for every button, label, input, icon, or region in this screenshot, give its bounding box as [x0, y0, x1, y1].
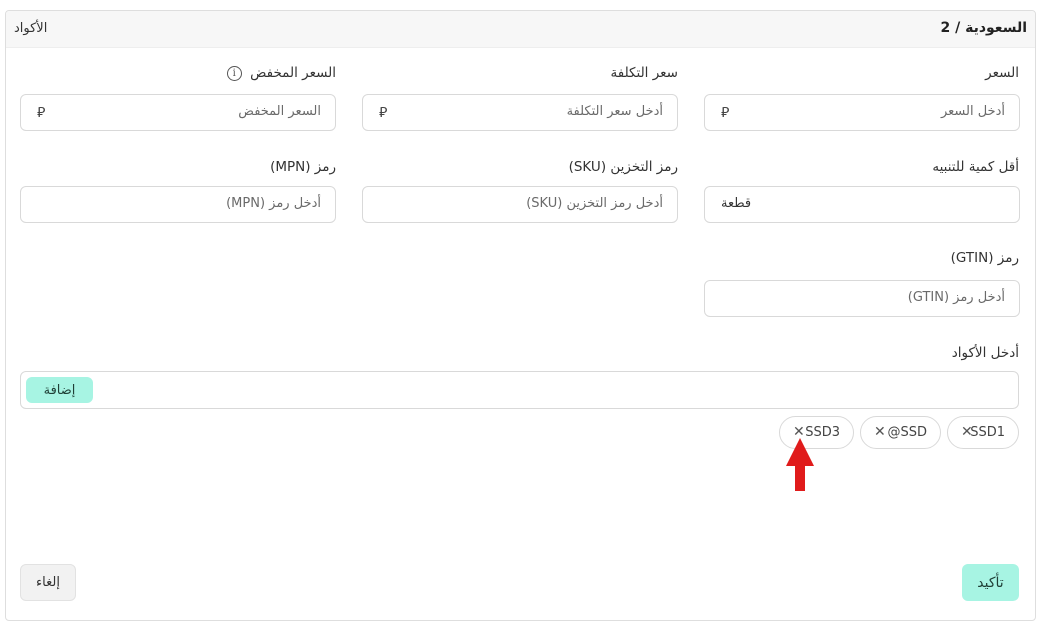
confirm-button[interactable]: تأكيد [962, 564, 1019, 601]
min-qty-unit: قطعة [721, 196, 752, 211]
gtin-placeholder: أدخل رمز (GTIN) [907, 290, 1005, 305]
chip-label: SSD1 [970, 425, 1005, 440]
codes-label: أدخل الأكواد [951, 345, 1019, 361]
sku-placeholder: أدخل رمز التخزين (SKU) [526, 196, 663, 211]
mpn-placeholder: أدخل رمز (MPN) [226, 196, 321, 211]
page-title: السعودية / 2 [940, 20, 1027, 36]
info-icon[interactable]: i [226, 65, 242, 81]
sale-price-label-text: السعر المخفض [250, 65, 336, 81]
price-input[interactable]: أدخل السعر ⃁ [704, 94, 1020, 131]
panel-header: السعودية / 2 الأكواد [6, 11, 1035, 48]
mpn-label: رمز (MPN) [270, 159, 336, 175]
cost-price-input[interactable]: أدخل سعر التكلفة ⃁ [362, 94, 678, 131]
riyal-icon: ⃁ [721, 105, 730, 121]
riyal-icon: ⃁ [379, 105, 388, 121]
header-side-label: الأكواد [14, 21, 48, 36]
pointer-arrow-icon [786, 438, 814, 491]
code-chip: ✕ @SSD [860, 416, 941, 449]
sale-price-label: السعر المخفض i [226, 65, 336, 81]
add-code-button[interactable]: إضافة [26, 377, 93, 403]
cost-price-label: سعر التكلفة [610, 65, 679, 81]
riyal-icon: ⃁ [37, 105, 46, 121]
gtin-input[interactable]: أدخل رمز (GTIN) [704, 280, 1020, 317]
codes-input[interactable]: إضافة [20, 371, 1019, 409]
chip-label: @SSD [887, 425, 927, 440]
price-placeholder: أدخل السعر [940, 104, 1005, 119]
price-label: السعر [985, 65, 1019, 81]
sale-price-placeholder: السعر المخفض [238, 104, 321, 119]
cancel-button[interactable]: إلغاء [20, 564, 76, 601]
min-qty-label: أقل كمية للتنبيه [932, 159, 1019, 175]
sku-input[interactable]: أدخل رمز التخزين (SKU) [362, 186, 678, 223]
cost-price-placeholder: أدخل سعر التكلفة [566, 104, 663, 119]
min-qty-input[interactable]: قطعة [704, 186, 1020, 223]
close-icon[interactable]: ✕ [874, 424, 886, 440]
mpn-input[interactable]: أدخل رمز (MPN) [20, 186, 336, 223]
code-chip: ✕ SSD1 [947, 416, 1019, 449]
sale-price-input[interactable]: السعر المخفض ⃁ [20, 94, 336, 131]
gtin-label: رمز (GTIN) [950, 250, 1019, 266]
sku-label: رمز التخزين (SKU) [568, 159, 678, 175]
